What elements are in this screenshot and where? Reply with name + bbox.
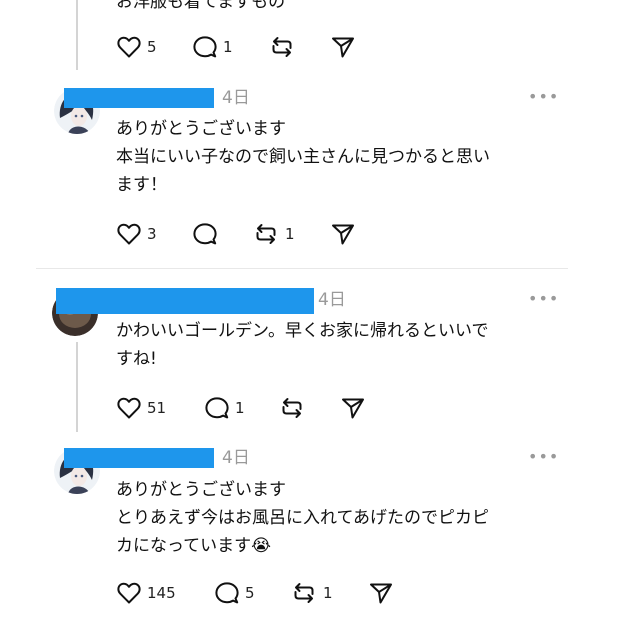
repost-button[interactable] [268,34,301,60]
comment-icon [214,581,240,605]
heart-icon [116,222,142,246]
repost-icon [252,221,280,247]
heart-icon [116,581,142,605]
post-text-line: とりあえず今はお風呂に入れてあげたのでピカピ [116,508,489,528]
reply-button[interactable]: 1 [192,34,233,60]
post-text-line: ありがとうございます [116,480,286,500]
repost-icon [290,580,318,606]
post-timestamp: 4日 [222,88,250,108]
like-count: 5 [147,38,157,56]
post-text-line: ありがとうございます [116,119,286,139]
like-count: 51 [147,399,167,417]
reply-button[interactable]: 5 [214,580,255,606]
share-button[interactable] [330,34,356,60]
more-icon[interactable]: ••• [528,291,559,307]
post-divider [36,268,568,269]
share-icon [330,34,356,60]
reply-count: 5 [245,584,255,602]
like-count: 145 [147,584,176,602]
reply-count: 1 [235,399,245,417]
repost-icon [268,34,296,60]
reply-button[interactable]: 1 [204,395,245,421]
post-text-partial: お洋服も着てますもの [116,0,286,12]
repost-button[interactable]: 1 [252,221,295,247]
share-button[interactable] [330,221,356,247]
repost-count: 1 [285,225,295,243]
repost-count: 1 [323,584,333,602]
share-button[interactable] [368,580,394,606]
repost-button[interactable]: 1 [290,580,333,606]
post-text-line: カになっています😭 [116,536,272,556]
post-text-line: すね! [116,349,157,369]
post-text-line: ます！ [116,175,167,195]
thread-line-1 [76,0,78,70]
like-button[interactable]: 5 [116,34,157,60]
repost-button[interactable] [278,395,311,421]
more-icon[interactable]: ••• [528,89,559,105]
username-redacted[interactable] [64,88,214,108]
like-button[interactable]: 145 [116,580,176,606]
like-count: 3 [147,225,157,243]
comment-icon [204,396,230,420]
share-icon [340,395,366,421]
more-icon[interactable]: ••• [528,449,559,465]
reply-button[interactable] [192,221,223,247]
username-redacted[interactable] [64,448,214,468]
comment-icon [192,222,218,246]
heart-icon [116,396,142,420]
like-button[interactable]: 3 [116,221,157,247]
share-icon [368,580,394,606]
comment-icon [192,35,218,59]
post-timestamp: 4日 [222,448,250,468]
reply-count: 1 [223,38,233,56]
post-timestamp: 4日 [318,290,346,310]
post-text-line: 本当にいい子なので飼い主さんに見つかると思い [116,147,490,167]
thread-line-2 [76,342,78,432]
post-text-line: かわいいゴールデン。早くお家に帰れるといいで [116,321,489,341]
username-redacted[interactable] [56,288,314,314]
like-button[interactable]: 51 [116,395,166,421]
share-button[interactable] [340,395,366,421]
heart-icon [116,35,142,59]
share-icon [330,221,356,247]
repost-icon [278,395,306,421]
